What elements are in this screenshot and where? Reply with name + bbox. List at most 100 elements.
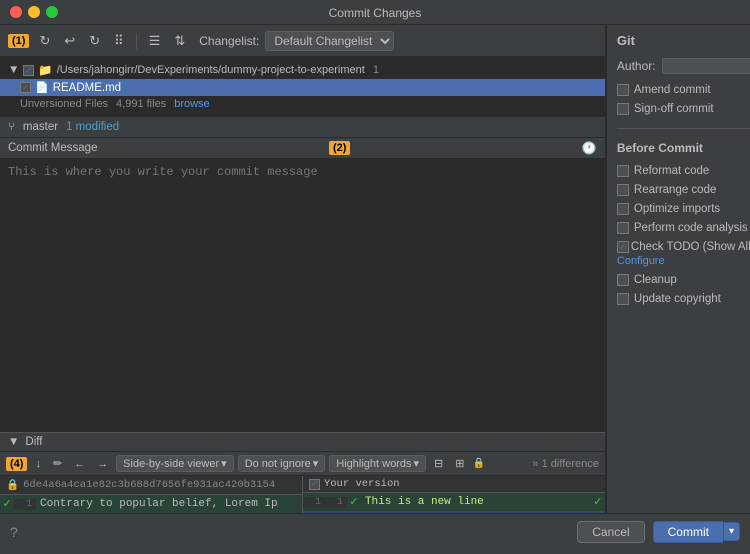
copyright-label: Update copyright [634,293,721,305]
minimize-button[interactable] [28,6,40,18]
annotation-4: (4) [6,457,27,471]
window-controls [10,6,58,18]
diff-check-1: ✓ [0,497,14,511]
collapse-button[interactable]: ⇅ [170,31,189,51]
help-icon[interactable]: ? [10,524,18,540]
expand-button[interactable]: ☰ [145,31,165,51]
commit-message-input[interactable] [0,159,605,432]
branch-icon: ⑂ [8,121,15,133]
unversioned-label: Unversioned Files [20,98,108,110]
file-icon: 📄 [35,81,49,94]
right-file-checkbox[interactable]: ✓ [309,479,320,490]
signoff-checkbox[interactable] [617,103,629,115]
rearrange-checkbox[interactable] [617,184,629,196]
side-by-side-label: Side-by-side viewer [123,458,219,470]
undo-button[interactable]: ↩ [60,31,79,51]
file-tree: ▼ ✓ 📁 /Users/jahongirr/DevExperiments/du… [0,57,605,117]
copyright-checkbox[interactable] [617,293,629,305]
changelist-label: Changelist: [199,34,259,48]
root-checkbox[interactable]: ✓ [23,65,34,76]
unversioned-files: Unversioned Files 4,991 files browse [0,96,605,112]
diff-left-file: 🔒 6de4a6a4ca1e82c3b688d7656fe931ac420b31… [0,476,302,495]
folder-icon: 📁 [38,63,52,77]
author-input[interactable] [662,58,750,74]
configure-link[interactable]: Configure [617,255,665,267]
diff-left-row-1: ✓ 1 Contrary to popular belief, Lorem Ip [0,495,302,513]
author-label: Author: [617,59,656,73]
section-divider [617,128,750,129]
root-count: 1 [373,64,379,76]
cleanup-checkbox[interactable] [617,274,629,286]
bottom-bar: ? Cancel Commit ▾ [0,513,750,549]
diff-count: » 1 difference [532,458,598,470]
amend-commit-row: Amend commit [617,84,750,96]
cleanup-label: Cleanup [634,274,677,286]
amend-label: Amend commit [634,84,711,96]
diff-right-linenum-1b: 1 [325,497,347,508]
tree-root[interactable]: ▼ ✓ 📁 /Users/jahongirr/DevExperiments/du… [0,61,605,79]
grid-icon[interactable]: ⊞ [451,455,468,472]
close-button[interactable] [10,6,22,18]
diff-right-end-1: ✓ [591,495,605,509]
file-name: README.md [53,82,121,94]
modified-badge[interactable]: 1 modified [66,121,119,133]
title-bar: Commit Changes [0,0,750,25]
diff-edit-btn[interactable]: ✏ [49,455,66,472]
browse-link[interactable]: browse [174,98,209,110]
commit-button-group: Commit ▾ [653,521,740,543]
optimize-checkbox[interactable] [617,203,629,215]
diff-left-content-1: Contrary to popular belief, Lorem Ip [36,497,302,511]
diff-left-btn[interactable]: ← [70,456,89,472]
amend-checkbox[interactable] [617,84,629,96]
expand-icon: ▼ [8,64,19,76]
signoff-commit-row: Sign-off commit [617,103,750,115]
side-by-side-btn[interactable]: Side-by-side viewer ▾ [116,455,234,472]
split-icon[interactable]: ⊟ [430,455,447,472]
left-panel: (1) ↻ ↩ ↻ ⠿ ☰ ⇅ Changelist: Default Chan… [0,25,606,549]
unversioned-count: 4,991 files [116,98,166,110]
diff-right-row-1: 1 1 ✓ This is a new line ✓ [303,493,605,511]
reformat-checkbox[interactable] [617,165,629,177]
diff-right-btn[interactable]: → [93,456,112,472]
git-label: Git [617,33,750,48]
file-checkbox[interactable]: ✓ [20,82,31,93]
chevron-down-icon-3: ▾ [413,457,419,470]
diff-right-content-1-rest: is a new line [398,496,484,508]
left-file-hash: 6de4a6a4ca1e82c3b688d7656fe931ac420b3154 [23,479,275,491]
maximize-button[interactable] [46,6,58,18]
signoff-label: Sign-off commit [634,103,714,115]
commit-arrow-button[interactable]: ▾ [723,522,740,541]
refresh-button[interactable]: ↻ [35,31,54,51]
annotation-this: This [365,496,391,508]
ignore-btn[interactable]: Do not ignore ▾ [238,455,326,472]
group-button[interactable]: ⠿ [110,31,128,51]
commit-button[interactable]: Commit [653,521,723,543]
optimize-row: Optimize imports [617,203,750,215]
diff-right-linenum-1a: 1 [303,497,325,508]
diff-right-content-1: This is a new line [361,495,591,509]
diff-down-btn[interactable]: ↓ [31,456,45,472]
toolbar: (1) ↻ ↩ ↻ ⠿ ☰ ⇅ Changelist: Default Chan… [0,25,605,57]
optimize-label: Optimize imports [634,203,720,215]
checktodo-checkbox[interactable]: ✓ [617,241,629,253]
right-panel: Git Author: Amend commit Sign-off commit… [606,25,750,549]
before-commit-header: Before Commit (3) [617,141,750,155]
highlight-btn[interactable]: Highlight words ▾ [329,455,426,472]
separator [136,33,137,49]
redo-button[interactable]: ↻ [85,31,104,51]
branch-bar: ⑂ master 1 modified [0,117,605,138]
author-row: Author: [617,58,750,74]
perform-checkbox[interactable] [617,222,629,234]
diff-header: ▼ Diff [0,433,605,452]
changelist-select[interactable]: Default Changelist [265,31,394,51]
perform-row: Perform code analysis [617,222,750,234]
cancel-button[interactable]: Cancel [577,521,644,543]
rearrange-row: Rearrange code [617,184,750,196]
cleanup-row: Cleanup [617,274,750,286]
branch-name: master [23,121,58,133]
chevron-down-icon-2: ▾ [313,457,319,470]
perform-label: Perform code analysis [634,222,748,234]
checktodo-label: Check TODO (Show All) [631,241,750,253]
diff-right-check-1: ✓ [347,495,361,509]
file-item-readme[interactable]: ✓ 📄 README.md [0,79,605,96]
